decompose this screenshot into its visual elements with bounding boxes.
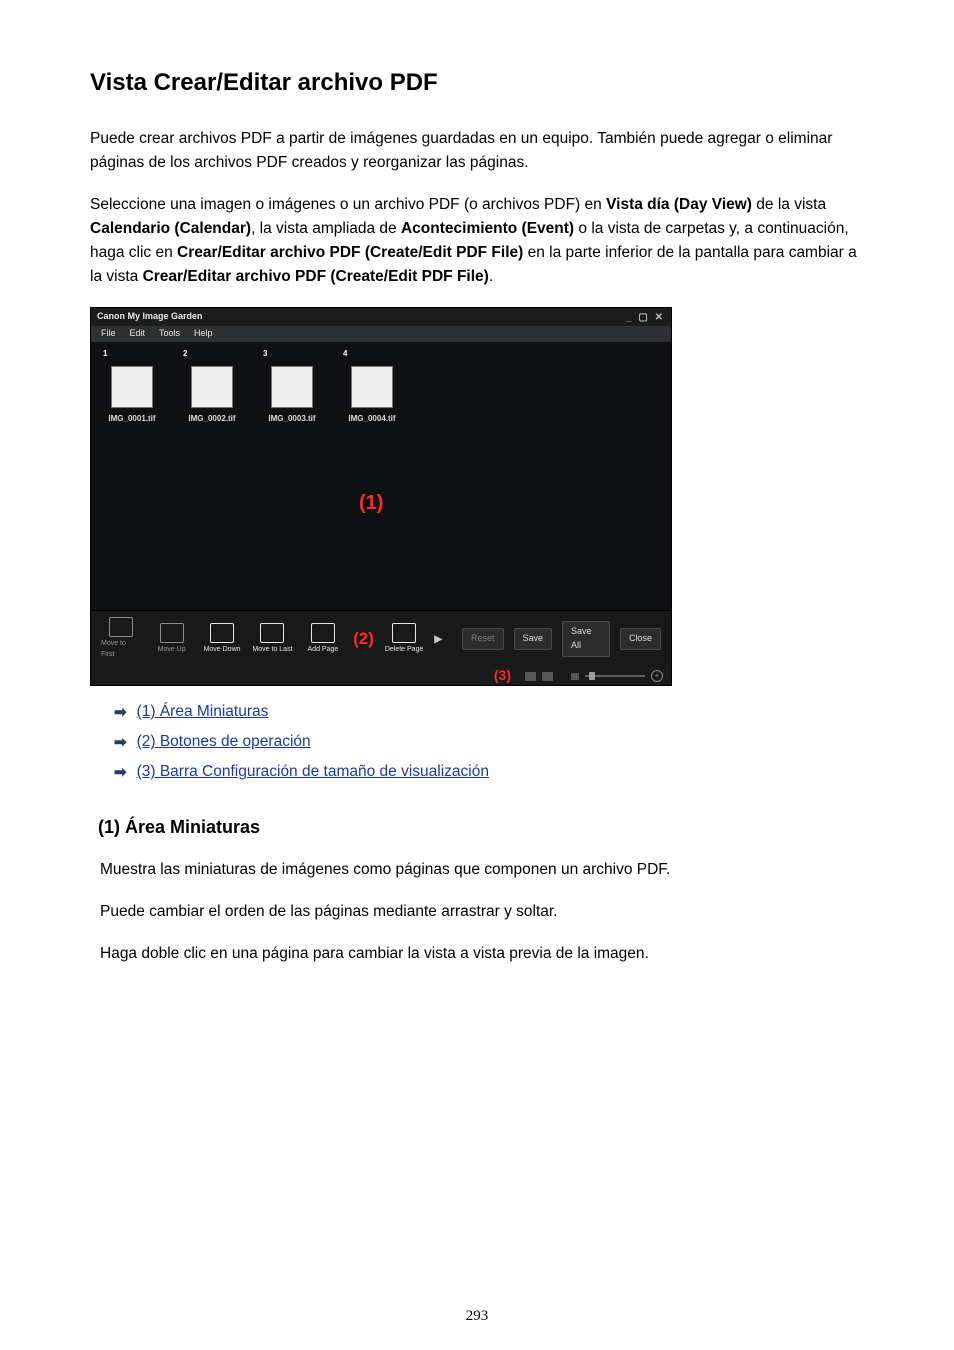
move-to-last-button[interactable]: Move to Last: [252, 623, 292, 656]
page-icon: [111, 366, 153, 408]
save-button[interactable]: Save: [514, 628, 553, 650]
label: Move Down: [204, 645, 241, 656]
window-title: Canon My Image Garden: [97, 310, 203, 324]
thumb-filename: IMG_0003.tif: [268, 413, 315, 425]
thumbnail-item[interactable]: 3 IMG_0003.tif: [261, 348, 323, 608]
text: .: [489, 268, 493, 285]
thumb-filename: IMG_0001.tif: [108, 413, 155, 425]
label: Move to Last: [252, 645, 292, 656]
label: Add Page: [308, 645, 339, 656]
bold-day-view: Vista día (Day View): [606, 196, 752, 213]
zoom-in-icon[interactable]: +: [651, 670, 663, 682]
arrow-right-icon: ➡: [114, 731, 127, 754]
section-heading-1: (1) Área Miniaturas: [98, 814, 864, 842]
large-thumbs-icon[interactable]: [542, 672, 553, 681]
menu-bar: File Edit Tools Help: [91, 326, 671, 342]
move-up-button[interactable]: Move Up: [151, 623, 191, 656]
thumb-filename: IMG_0004.tif: [348, 413, 395, 425]
bold-event: Acontecimiento (Event): [401, 220, 574, 237]
small-thumbs-icon[interactable]: [571, 673, 579, 680]
link-barra-config[interactable]: (3) Barra Configuración de tamaño de vis…: [137, 760, 489, 784]
delete-page-icon: [392, 623, 416, 643]
link-area-miniaturas[interactable]: (1) Área Miniaturas: [137, 700, 269, 724]
arrow-right-icon: ➡: [114, 761, 127, 784]
label: Move Up: [158, 645, 186, 656]
menu-file[interactable]: File: [101, 327, 116, 341]
text: , la vista ampliada de: [251, 220, 401, 237]
bold-calendar: Calendario (Calendar): [90, 220, 251, 237]
thumbnail-item[interactable]: 2 IMG_0002.tif: [181, 348, 243, 608]
list-item: ➡ (2) Botones de operación: [114, 730, 864, 754]
thumb-number: 4: [343, 348, 347, 360]
zoom-slider[interactable]: [585, 675, 645, 677]
arrow-right-icon: ➡: [114, 701, 127, 724]
add-page-icon: [311, 623, 335, 643]
move-up-icon: [160, 623, 184, 643]
page-icon: [271, 366, 313, 408]
zoom-knob[interactable]: [589, 672, 595, 680]
section1-p2: Puede cambiar el orden de las páginas me…: [100, 900, 864, 924]
list-item: ➡ (3) Barra Configuración de tamaño de vi…: [114, 760, 864, 784]
zoom-control: +: [525, 670, 663, 682]
app-screenshot: Canon My Image Garden _ ▢ ✕ File Edit To…: [90, 307, 672, 686]
thumb-number: 3: [263, 348, 267, 360]
callout-1: (1): [359, 488, 383, 519]
reset-button[interactable]: Reset: [462, 628, 504, 650]
link-botones-operacion[interactable]: (2) Botones de operación: [137, 730, 311, 754]
anchor-link-list: ➡ (1) Área Miniaturas ➡ (2) Botones de ope…: [114, 700, 864, 784]
menu-help[interactable]: Help: [194, 327, 213, 341]
move-first-icon: [109, 617, 133, 637]
bold-create-edit-pdf-1: Crear/Editar archivo PDF (Create/Edit PD…: [177, 244, 523, 261]
move-down-button[interactable]: Move Down: [202, 623, 242, 656]
bold-create-edit-pdf-2: Crear/Editar archivo PDF (Create/Edit PD…: [143, 268, 489, 285]
text: Seleccione una imagen o imágenes o un ar…: [90, 196, 606, 213]
size-config-bar: (3) +: [91, 667, 671, 685]
text: de la vista: [752, 196, 826, 213]
thumb-number: 2: [183, 348, 187, 360]
callout-2: (2): [353, 626, 374, 652]
instructions-paragraph: Seleccione una imagen o imágenes o un ar…: [90, 193, 864, 289]
window-controls: _ ▢ ✕: [626, 310, 665, 326]
move-to-first-button[interactable]: Move to First: [101, 617, 141, 661]
page-number: 293: [0, 1305, 954, 1328]
menu-tools[interactable]: Tools: [159, 327, 180, 341]
callout-3: (3): [494, 665, 511, 687]
label: Delete Page: [385, 645, 424, 656]
page-icon: [191, 366, 233, 408]
delete-page-button[interactable]: Delete Page: [384, 623, 424, 656]
list-item: ➡ (1) Área Miniaturas: [114, 700, 864, 724]
chevron-right-icon[interactable]: ▶: [434, 632, 442, 648]
menu-edit[interactable]: Edit: [130, 327, 146, 341]
window-titlebar: Canon My Image Garden _ ▢ ✕: [91, 308, 671, 326]
label: Move to First: [101, 639, 141, 661]
page-title: Vista Crear/Editar archivo PDF: [90, 64, 864, 101]
large-thumbs-icon[interactable]: [525, 672, 536, 681]
operation-buttons-bar: Move to First Move Up Move Down Move to …: [91, 610, 671, 667]
thumbnail-item[interactable]: 4 IMG_0004.tif: [341, 348, 403, 608]
section1-p3: Haga doble clic en una página para cambi…: [100, 942, 864, 966]
move-last-icon: [260, 623, 284, 643]
close-button[interactable]: Close: [620, 628, 661, 650]
add-page-button[interactable]: Add Page: [303, 623, 343, 656]
intro-paragraph: Puede crear archivos PDF a partir de imá…: [90, 127, 864, 175]
save-all-button[interactable]: Save All: [562, 621, 610, 657]
page-icon: [351, 366, 393, 408]
thumbnail-item[interactable]: 1 IMG_0001.tif: [101, 348, 163, 608]
move-down-icon: [210, 623, 234, 643]
thumb-number: 1: [103, 348, 107, 360]
section1-p1: Muestra las miniaturas de imágenes como …: [100, 858, 864, 882]
thumb-filename: IMG_0002.tif: [188, 413, 235, 425]
thumbnail-area: 1 IMG_0001.tif 2 IMG_0002.tif 3 IMG_0003…: [91, 342, 671, 610]
